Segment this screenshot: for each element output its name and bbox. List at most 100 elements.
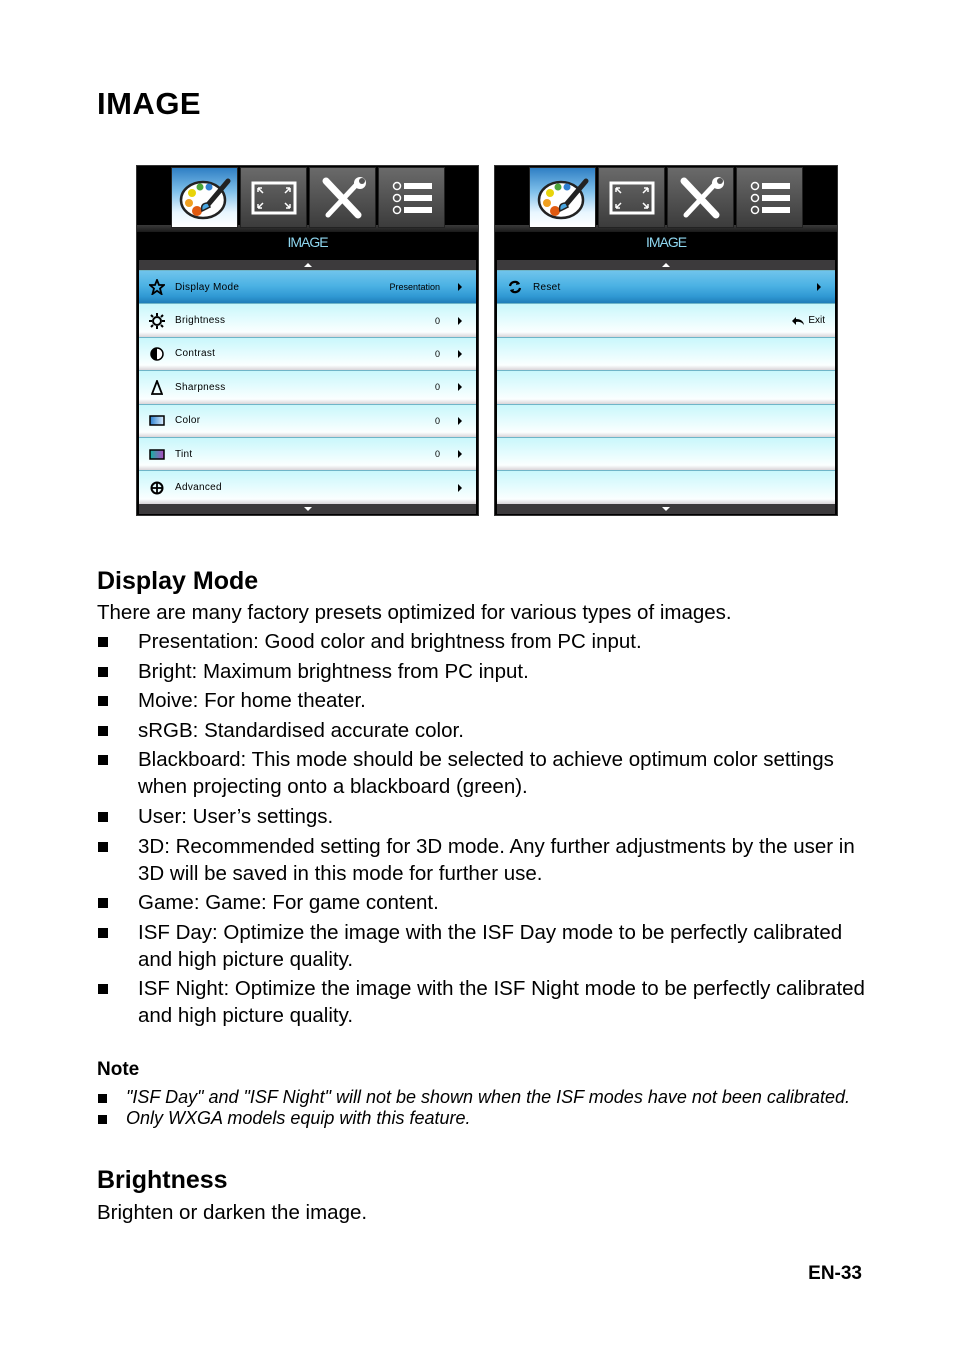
tab-setup[interactable] [667,167,734,228]
scroll-down-button[interactable] [139,504,476,514]
bullet-icon [98,1114,107,1124]
list-item: Bright: Maximum brightness from PC input… [97,658,877,685]
osd-row-reset[interactable]: Reset [497,270,835,304]
exit-label: Exit [808,315,825,327]
advanced-icon [147,480,167,496]
tab-image[interactable] [171,167,238,228]
list-item-text: ISF Day: Optimize the image with the ISF… [138,920,843,971]
options-list-icon [750,181,790,214]
list-item-text: User: User’s settings. [138,804,334,828]
row-label: Contrast [175,348,216,360]
row-value: 0 [434,449,440,460]
list-item: Game: Game: For game content. [97,889,877,916]
list-item: ISF Day: Optimize the image with the ISF… [97,919,877,973]
row-label: Sharpness [175,381,226,393]
note-item: Only WXGA models equip with this feature… [97,1108,857,1129]
osd-row-exit[interactable]: Exit [497,303,835,337]
bullet-icon [98,841,108,852]
osd-row-empty [497,336,835,371]
list-item: ISF Night: Optimize the image with the I… [97,975,877,1029]
osd-row-empty [497,436,835,471]
chevron-right-icon [458,483,462,492]
section-heading-display-mode: Display Mode [97,567,259,595]
options-list-icon [392,181,432,214]
tools-icon [322,176,366,218]
scroll-up-button[interactable] [139,260,476,270]
bullet-icon [98,725,108,736]
osd-menu-image-page-2: IMAGE Reset Exit [494,165,838,516]
row-label: Reset [533,281,561,293]
down-arrow-icon [662,507,670,511]
up-arrow-icon [303,263,312,267]
tab-display[interactable] [240,167,307,228]
osd-row-empty [497,470,835,504]
bullet-icon [98,811,108,822]
reset-icon [505,279,525,295]
osd-row-contrast[interactable]: Contrast 0 [139,336,476,371]
row-label: Brightness [175,315,226,327]
tab-display[interactable] [598,167,665,228]
list-item: User: User’s settings. [97,803,877,830]
bullet-icon [98,666,108,677]
osd-menu-title: IMAGE [645,234,687,250]
star-icon [147,279,167,296]
page-title: IMAGE [97,86,202,121]
list-item-text: Moive: For home theater. [138,689,366,713]
osd-row-empty [497,370,835,404]
list-item-text: Blackboard: This mode should be selected… [138,748,834,799]
list-item-text: ISF Night: Optimize the image with the I… [138,977,865,1028]
list-item-text: Game: Game: For game content. [138,891,439,915]
display-mode-intro: There are many factory presets optimized… [97,601,732,624]
osd-tabs [529,167,803,228]
contrast-icon [147,346,167,362]
down-arrow-icon [303,507,312,511]
palette-icon [179,178,230,219]
up-arrow-icon [662,263,670,267]
bullet-icon [98,637,108,647]
chevron-right-icon [817,283,821,292]
list-item: Blackboard: This mode should be selected… [97,746,877,800]
return-arrow-icon [792,316,805,325]
row-value: 0 [434,315,440,326]
bullet-icon [98,696,108,707]
list-item-text: Bright: Maximum brightness from PC input… [138,659,529,683]
chevron-right-icon [458,450,462,459]
osd-menu-rows: Reset Exit [497,270,835,504]
color-icon [147,413,167,429]
row-value: 0 [434,382,440,393]
tab-options[interactable] [378,167,445,228]
tint-icon [147,446,167,462]
exit-button[interactable]: Exit [791,315,825,326]
bullet-icon [98,1094,107,1103]
osd-row-tint[interactable]: Tint 0 [139,436,476,471]
note-heading: Note [97,1059,140,1080]
scroll-up-button[interactable] [497,260,835,270]
osd-row-empty [497,403,835,437]
row-label: Color [175,415,201,427]
scroll-down-button[interactable] [497,504,835,514]
osd-row-color[interactable]: Color 0 [139,403,476,437]
osd-menu-title: IMAGE [287,234,328,250]
tab-options[interactable] [736,167,803,228]
sun-icon [147,312,167,329]
osd-menu-rows: Display Mode Presentation Brightness 0 C… [139,270,476,504]
bullet-icon [98,755,108,766]
osd-row-brightness[interactable]: Brightness 0 [139,303,476,337]
osd-row-sharpness[interactable]: Sharpness 0 [139,370,476,404]
list-item-text: sRGB: Standardised accurate color. [138,718,464,742]
chevron-right-icon [458,316,462,325]
list-item: Presentation: Good color and brightness … [97,628,877,655]
list-item: Moive: For home theater. [97,687,877,714]
brightness-text: Brighten or darken the image. [97,1201,368,1224]
bullet-icon [98,898,108,909]
osd-row-advanced[interactable]: Advanced [139,470,476,504]
row-value: Presentation [389,282,440,293]
note-item-text: Only WXGA models equip with this feature… [126,1107,471,1128]
osd-row-display-mode[interactable]: Display Mode Presentation [139,270,476,304]
row-value: 0 [434,415,440,426]
row-label: Advanced [175,482,222,494]
bullet-icon [98,984,108,995]
tab-setup[interactable] [309,167,376,228]
palette-icon [537,178,588,219]
tab-image[interactable] [529,167,596,228]
